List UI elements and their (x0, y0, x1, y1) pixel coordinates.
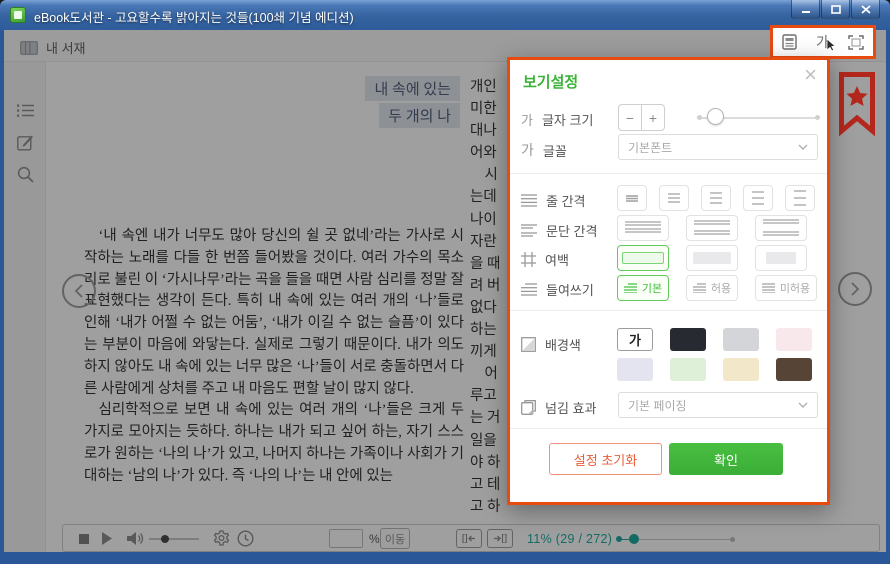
paragraph-spacing-option-1[interactable] (617, 215, 669, 241)
margin-option-1-selected[interactable] (617, 245, 669, 271)
line-spacing-row-label: 줄 간격 (521, 191, 586, 210)
bg-swatch-white[interactable]: 가 (617, 328, 653, 351)
line-spacing-option-5[interactable] (785, 185, 815, 211)
paragraph-spacing-icon (521, 224, 537, 237)
font-size-minus-button[interactable]: − (619, 105, 642, 130)
minimize-button[interactable] (791, 0, 820, 19)
close-icon[interactable]: × (804, 64, 817, 86)
indent-option-disallow[interactable]: 미허용 (755, 275, 817, 301)
fullscreen-icon[interactable] (848, 35, 864, 50)
font-size-row-label: 가 글자 크기 (521, 110, 593, 129)
indent-option-default-selected[interactable]: 기본 (617, 275, 669, 301)
font-size-stepper: − + (618, 104, 665, 131)
bookmark-ribbon-icon[interactable] (839, 72, 875, 136)
font-settings-icon[interactable]: 가 (816, 32, 829, 52)
page-transition-icon (521, 400, 536, 415)
margin-row-label: 여백 (521, 250, 569, 269)
line-spacing-option-1[interactable] (617, 185, 647, 211)
background-color-icon (521, 337, 536, 352)
paragraph-spacing-option-2[interactable] (686, 215, 738, 241)
bg-swatch-gray[interactable] (723, 328, 759, 351)
background-color-row-label: 배경색 (521, 335, 581, 354)
font-size-slider-handle[interactable] (707, 108, 724, 125)
view-settings-panel: 보기설정 × 가 글자 크기 − + 가 글꼴 기본폰트 (507, 57, 830, 505)
margin-option-3[interactable] (755, 245, 807, 271)
slider-end-dot (815, 115, 820, 120)
panel-title: 보기설정 (523, 71, 578, 92)
page-transition-dropdown[interactable]: 기본 페이징 (618, 392, 818, 418)
indent-row-label: 들여쓰기 (521, 280, 594, 299)
font-size-plus-button[interactable]: + (642, 105, 664, 130)
confirm-button[interactable]: 확인 (669, 443, 783, 475)
reset-settings-button[interactable]: 설정 초기화 (549, 443, 662, 475)
divider (510, 310, 827, 311)
indent-allow-icon (693, 283, 706, 293)
chevron-down-icon (798, 402, 808, 408)
bg-swatch-cream[interactable] (723, 358, 759, 381)
close-button[interactable] (851, 0, 880, 19)
bg-swatch-black[interactable] (670, 328, 706, 351)
transition-row-label: 넘김 효과 (521, 398, 596, 417)
maximize-button[interactable] (821, 0, 850, 19)
bg-swatch-lavender[interactable] (617, 358, 653, 381)
view-tools-highlight-box: 가 (770, 25, 876, 59)
line-spacing-option-3[interactable] (701, 185, 731, 211)
line-spacing-option-2[interactable] (659, 185, 689, 211)
bg-swatch-brown[interactable] (776, 358, 812, 381)
indent-icon (521, 283, 537, 296)
window-title: eBook도서관 - 고요할수록 밝아지는 것들(100쇄 기념 에디션) (34, 7, 354, 26)
paragraph-spacing-row-label: 문단 간격 (521, 221, 597, 240)
margin-icon (521, 252, 536, 267)
paragraph-spacing-option-3[interactable] (755, 215, 807, 241)
indent-default-icon (624, 283, 637, 293)
chevron-down-icon (798, 144, 808, 150)
divider (510, 428, 827, 429)
indent-option-allow[interactable]: 허용 (686, 275, 738, 301)
font-family-row-label: 가 글꼴 (521, 140, 567, 160)
line-spacing-option-4[interactable] (743, 185, 773, 211)
indent-disallow-icon (762, 283, 775, 293)
page-layout-icon[interactable] (782, 34, 797, 50)
app-icon (10, 7, 26, 23)
window-titlebar[interactable]: eBook도서관 - 고요할수록 밝아지는 것들(100쇄 기념 에디션) (0, 0, 890, 30)
divider (510, 173, 827, 174)
font-size-icon: 가 (521, 110, 533, 129)
mouse-cursor-icon (827, 39, 836, 51)
line-spacing-icon (521, 194, 537, 207)
font-family-dropdown[interactable]: 기본폰트 (618, 134, 818, 160)
margin-option-2[interactable] (686, 245, 738, 271)
app-window: eBook도서관 - 고요할수록 밝아지는 것들(100쇄 기념 에디션) 내 … (0, 0, 890, 564)
bg-swatch-pink[interactable] (776, 328, 812, 351)
bg-swatch-green[interactable] (670, 358, 706, 381)
slider-start-dot (697, 115, 702, 120)
font-family-icon: 가 (521, 140, 534, 160)
